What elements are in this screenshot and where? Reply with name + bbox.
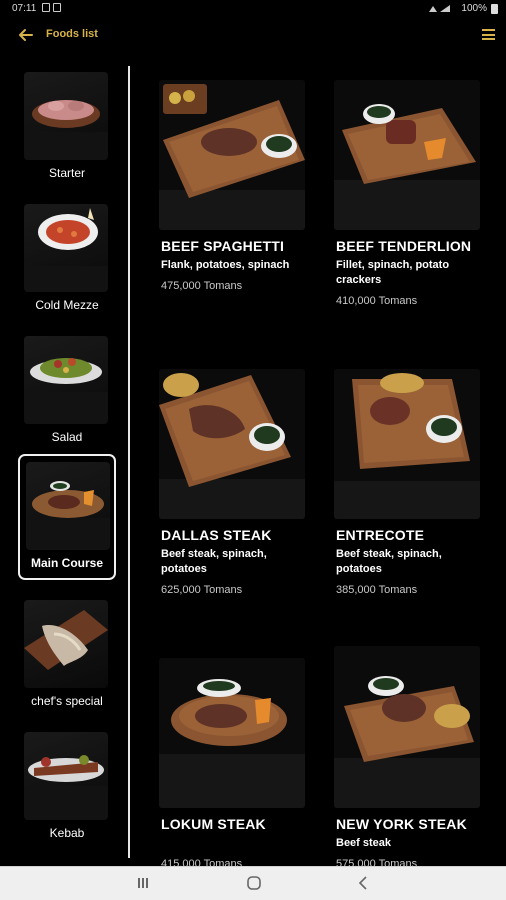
category-image (24, 732, 108, 820)
system-nav-bar (0, 866, 506, 900)
notification-icon (42, 3, 50, 12)
category-cold-mezze[interactable]: Cold Mezze (18, 198, 116, 324)
notification-icon (53, 3, 61, 12)
hamburger-menu-icon[interactable] (482, 29, 495, 40)
page-title: Foods list (46, 28, 98, 40)
status-time: 07:11 (12, 3, 37, 14)
category-label: Starter (48, 166, 85, 180)
category-label: Kebab (49, 826, 85, 840)
nav-back-icon[interactable] (354, 873, 374, 893)
category-chefs-special[interactable]: chef's special (18, 594, 116, 720)
category-label: Salad (51, 430, 83, 444)
home-icon[interactable] (244, 873, 264, 893)
category-image (24, 72, 108, 160)
food-image (334, 80, 480, 230)
food-name: NEW YORK STEAK (336, 816, 467, 832)
signal-wifi-icon (429, 4, 451, 12)
category-kebab[interactable]: Kebab (18, 726, 116, 852)
status-bar: 07:11 100% (0, 0, 506, 18)
category-image (24, 204, 108, 292)
food-name: BEEF TENDERLION (336, 238, 472, 254)
food-price: 410,000 Tomans (336, 295, 418, 307)
food-name: LOKUM STEAK (161, 816, 266, 832)
food-description: Fillet, spinach, potato crackers (336, 259, 450, 286)
battery-percent: 100% (461, 3, 487, 14)
battery-icon (491, 3, 498, 14)
category-image (24, 336, 108, 424)
food-name: DALLAS STEAK (161, 527, 272, 543)
category-label: chef's special (31, 694, 103, 708)
category-label: Cold Mezze (35, 298, 99, 312)
food-price: 625,000 Tomans (161, 584, 243, 596)
food-description: Beef steak, spinach, potatoes (161, 548, 267, 575)
recents-icon[interactable] (133, 873, 153, 893)
food-price: 385,000 Tomans (336, 584, 418, 596)
food-description: Beef steak, spinach, potatoes (336, 548, 442, 575)
category-label: Main Course (30, 556, 103, 570)
food-name: BEEF SPAGHETTI (161, 238, 285, 254)
category-salad[interactable]: Salad (18, 330, 116, 456)
food-image (334, 646, 480, 808)
food-image (159, 658, 305, 808)
sidebar-divider (128, 66, 130, 858)
app-bar: Foods list (0, 18, 506, 54)
food-image (334, 369, 480, 519)
category-starter[interactable]: Starter (18, 66, 116, 192)
category-image (24, 600, 108, 688)
food-description: Flank, potatoes, spinach (161, 259, 290, 271)
status-right: 100% (427, 3, 498, 14)
food-image (159, 369, 305, 519)
notification-icons (42, 3, 61, 12)
food-image (159, 80, 305, 230)
category-image (26, 462, 110, 550)
food-description: Beef steak (336, 837, 392, 849)
food-name: ENTRECOTE (336, 527, 425, 543)
arrow-left-icon[interactable] (17, 26, 35, 44)
food-price: 475,000 Tomans (161, 280, 243, 292)
category-main-course[interactable]: Main Course (18, 454, 116, 580)
